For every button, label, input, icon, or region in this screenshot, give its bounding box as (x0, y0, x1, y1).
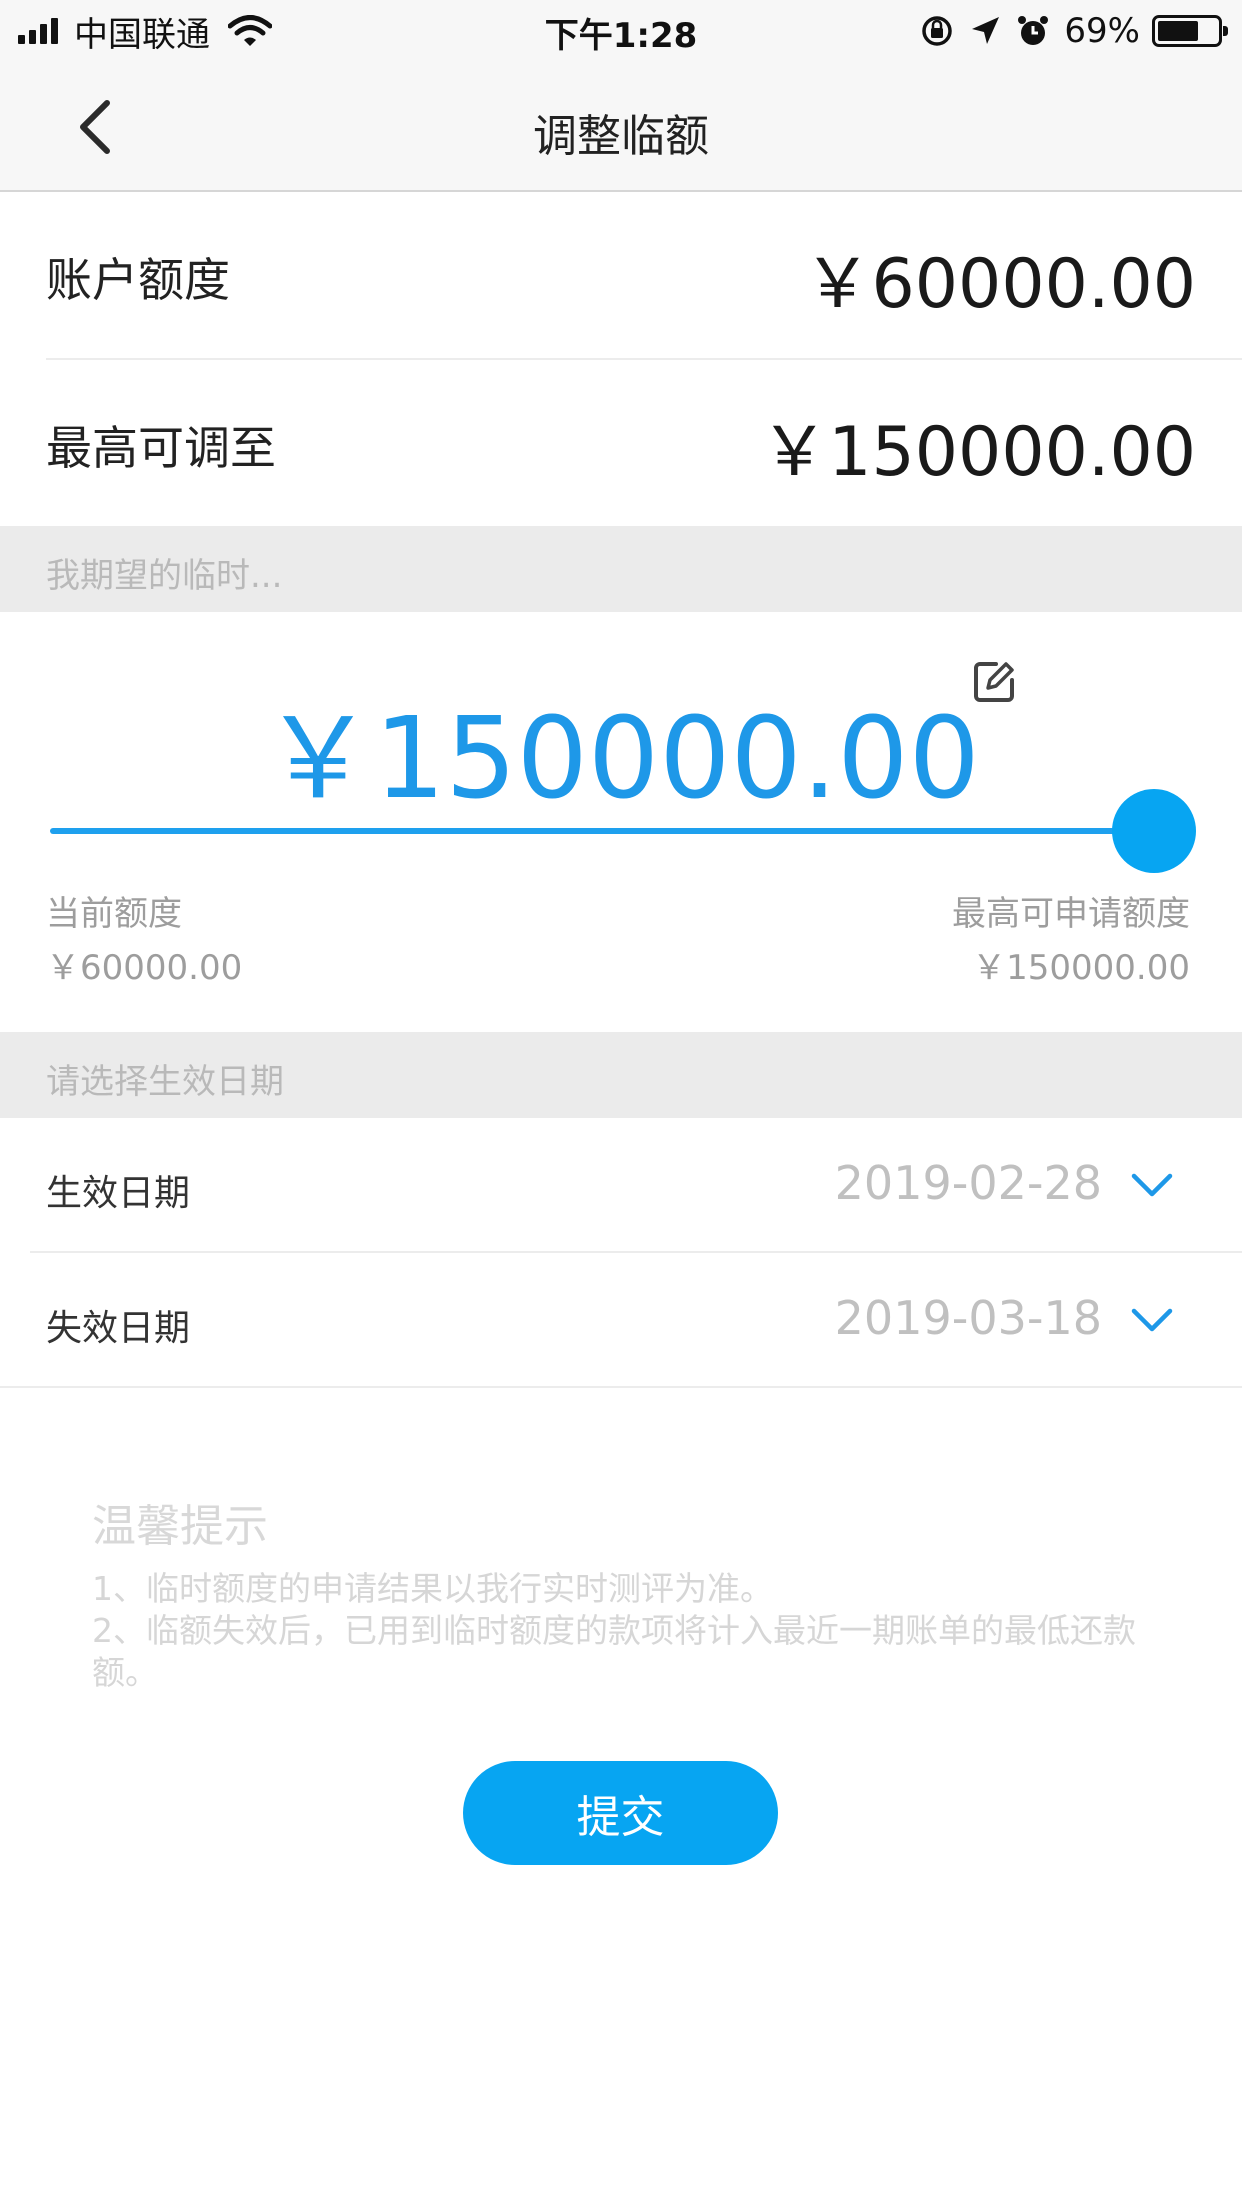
submit-button[interactable]: 提交 (463, 1761, 778, 1865)
battery-percent: 69% (1064, 11, 1140, 51)
tips-title: 温馨提示 (92, 1501, 268, 1552)
expire-date-label: 失效日期 (46, 1308, 191, 1349)
max-apply-value: ￥150000.00 (972, 948, 1190, 988)
effective-date-value: 2019-02-28 (834, 1156, 1102, 1210)
limit-slider-track[interactable] (50, 828, 1160, 834)
max-adjust-value: ￥150000.00 (760, 413, 1196, 492)
orientation-lock-icon (922, 16, 953, 46)
current-limit-value: ￥60000.00 (46, 948, 243, 988)
expire-date-row[interactable]: 失效日期 2019-03-18 (0, 1253, 1242, 1387)
location-icon (972, 17, 1000, 44)
account-limit-label: 账户额度 (46, 253, 230, 307)
edit-icon[interactable] (972, 660, 1016, 704)
alarm-icon (1018, 16, 1049, 45)
tip-item: 2、临额失效后，已用到临时额度的款项将计入最近一期账单的最低还款额。 (92, 1611, 1136, 1692)
date-section-header: 请选择生效日期 (0, 1032, 1242, 1118)
date-section-label: 请选择生效日期 (46, 1062, 284, 1102)
account-limit-value: ￥60000.00 (803, 245, 1196, 324)
max-apply-label: 最高可申请额度 (952, 894, 1190, 934)
limit-slider-thumb[interactable] (1112, 789, 1196, 873)
battery-fill (1158, 21, 1199, 41)
status-bar: 中国联通 下午1:28 69% (0, 0, 1242, 62)
account-limit-row: 账户额度 ￥60000.00 (46, 192, 1196, 360)
max-adjust-label: 最高可调至 (46, 421, 276, 475)
battery-icon (1152, 15, 1228, 47)
max-adjust-row: 最高可调至 ￥150000.00 (46, 360, 1196, 528)
expect-section-label: 我期望的临时... (46, 556, 283, 596)
status-right: 69% (920, 10, 1228, 52)
navigation-bar: 调整临额 (0, 62, 1242, 192)
expected-amount: ￥150000.00 (262, 694, 980, 824)
expect-section-header: 我期望的临时... (0, 526, 1242, 612)
effective-date-row[interactable]: 生效日期 2019-02-28 (0, 1118, 1242, 1252)
page-title: 调整临额 (533, 111, 709, 162)
chevron-down-icon[interactable] (1130, 1305, 1174, 1335)
chevron-down-icon[interactable] (1130, 1170, 1174, 1200)
expire-date-value: 2019-03-18 (834, 1291, 1102, 1345)
current-limit-label: 当前额度 (46, 894, 182, 934)
tip-item: 1、临时额度的申请结果以我行实时测评为准。 (92, 1569, 773, 1608)
divider (0, 1386, 1242, 1388)
effective-date-label: 生效日期 (46, 1173, 191, 1214)
